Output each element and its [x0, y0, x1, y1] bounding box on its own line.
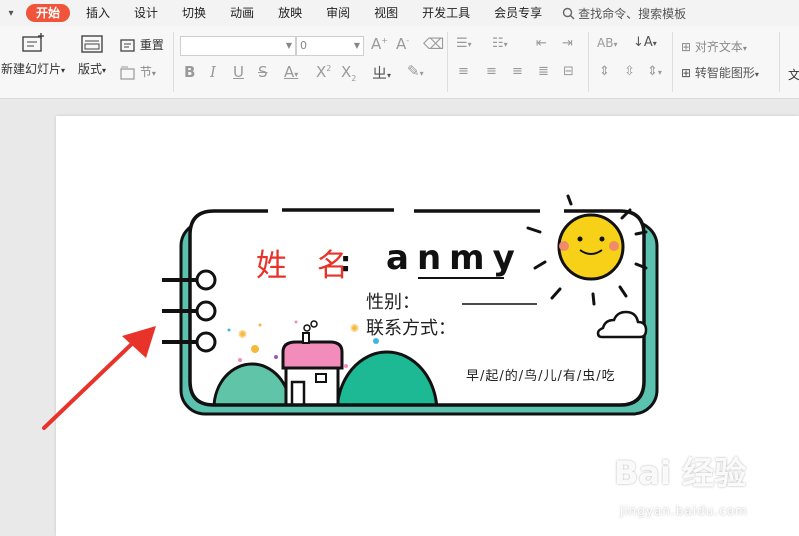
contact-label[interactable]: 联系方式： — [366, 314, 456, 340]
svg-text:✺: ✺ — [350, 322, 359, 335]
watermark-url: jingyan.baidu.com — [620, 504, 748, 518]
gender-label[interactable]: 性别： — [366, 288, 420, 314]
house-window — [315, 373, 327, 383]
house-roof — [281, 340, 344, 370]
baidu-watermark: Bai 经验 — [614, 454, 747, 492]
smoke-bubble — [310, 320, 318, 328]
red-arrow-annotation — [42, 326, 156, 430]
svg-text:✺: ✺ — [238, 328, 247, 341]
smoke-bubble — [303, 324, 311, 332]
motto-text[interactable]: 早/起/的/鸟/儿/有/虫/吃 — [466, 365, 616, 384]
house-chimney — [302, 332, 310, 344]
name-colon: : — [340, 245, 352, 278]
house-door — [290, 380, 306, 405]
name-value[interactable]: anmy — [386, 238, 523, 278]
